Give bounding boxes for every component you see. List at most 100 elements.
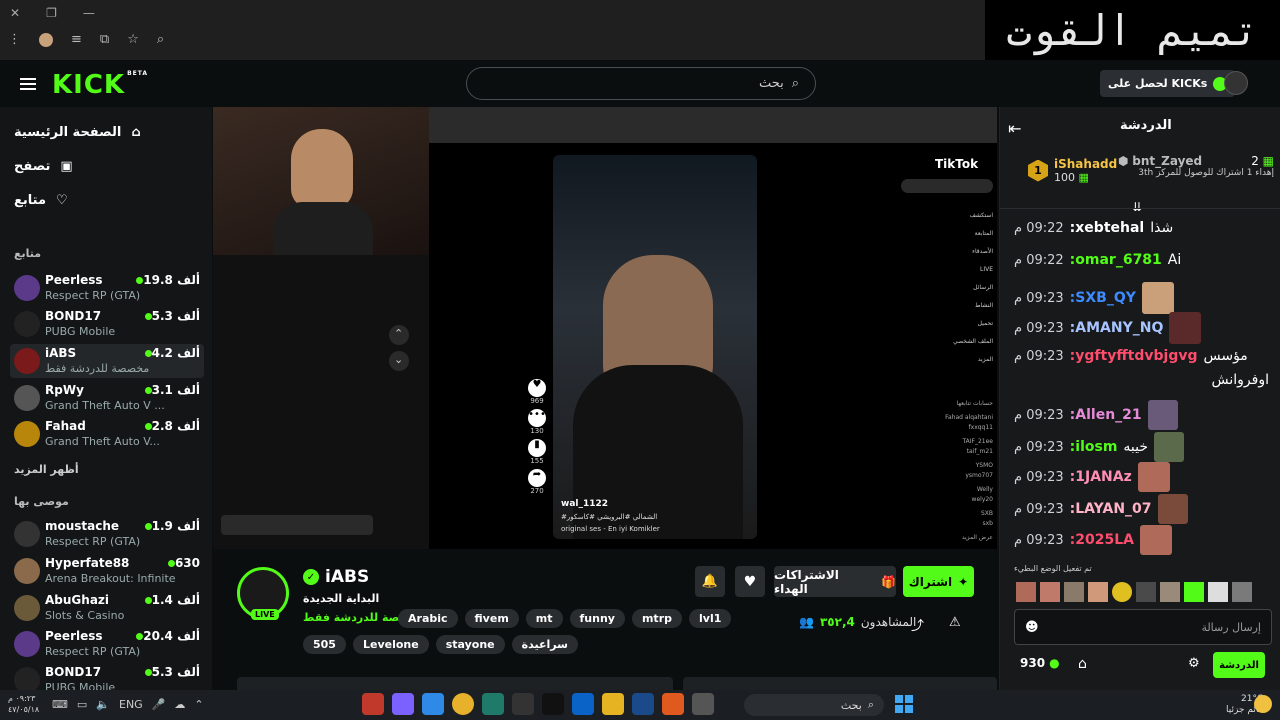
profile-icon[interactable]	[39, 32, 53, 47]
collapse-chat-icon[interactable]: ⇤	[1008, 119, 1021, 138]
emote-icon[interactable]	[1112, 582, 1132, 602]
emote-icon[interactable]	[1160, 582, 1180, 602]
emote-icon[interactable]	[1208, 582, 1228, 602]
zoom-icon[interactable]: ⌕	[157, 32, 164, 47]
sidebar-channel-abughazi[interactable]: AbuGhazi Slots & Casino 1.4 ألف	[10, 591, 204, 625]
notification-icon[interactable]: ⌨	[52, 698, 68, 711]
app-icon[interactable]	[362, 693, 384, 715]
sidebar-channel-peerless[interactable]: Peerless Respect RP (GTA) 19.8 ألف	[10, 271, 204, 305]
cloud-icon[interactable]: ☁	[174, 698, 185, 711]
show-more-link[interactable]: أظهر المزيد	[14, 463, 79, 476]
tag[interactable]: mt	[525, 609, 563, 628]
reading-list-icon[interactable]: ≡	[71, 32, 82, 47]
like-icon[interactable]: ♥	[528, 379, 546, 397]
chat-input[interactable]: إرسال رسالة ☻	[1014, 609, 1272, 645]
tag[interactable]: Levelone	[352, 635, 429, 654]
report-icon[interactable]: ⚠	[949, 615, 961, 630]
expand-leaderboard-icon[interactable]: ⇊	[1132, 200, 1142, 214]
comment-input[interactable]	[221, 515, 373, 535]
explorer-icon[interactable]	[602, 693, 624, 715]
points-counter[interactable]: 930 ●	[1020, 656, 1060, 670]
nav-browse[interactable]: ▣ تصفح	[14, 159, 73, 174]
emote-icon[interactable]	[1064, 582, 1084, 602]
video-player[interactable]: ⌃ ⌄ wal_1122 #الشمالي #البرويشي #كاسكور …	[213, 107, 997, 549]
emote-icon[interactable]	[1040, 582, 1060, 602]
chat-message: AMANY_NQ: 09:23 م	[1014, 312, 1269, 344]
store-icon[interactable]: ⌂	[1078, 656, 1087, 672]
sidebar-channel-bond17[interactable]: BOND17 PUBG Mobile 5.3 ألف	[10, 307, 204, 341]
lang-indicator[interactable]: ENG	[119, 698, 143, 711]
app-icon[interactable]	[392, 693, 414, 715]
gift-subs-button[interactable]: الاشتراكات الهداء 🎁	[774, 566, 896, 597]
share-icon[interactable]: ➦	[528, 469, 546, 487]
follow-heart-button[interactable]: ♥	[735, 566, 765, 597]
extensions-icon[interactable]: ⧉	[100, 32, 109, 47]
scroll-down-icon[interactable]: ⌄	[389, 351, 409, 371]
nav-home[interactable]: ⌂ الصفحة الرئيسية	[14, 125, 141, 140]
emoji-icon[interactable]: ☻	[1025, 620, 1039, 635]
app-icon[interactable]	[692, 693, 714, 715]
share-icon[interactable]: ⤴	[911, 615, 924, 634]
mic-icon[interactable]: 🎤	[152, 698, 166, 711]
emote-icon[interactable]	[1136, 582, 1156, 602]
chat-message: SXB_QY: 09:23 م	[1014, 282, 1269, 314]
sidebar-channel-hyperfate88[interactable]: Hyperfate88 Arena Breakout: Infinite 630	[10, 554, 204, 588]
emote-bar	[1016, 582, 1252, 602]
comment-icon[interactable]: •••	[528, 409, 546, 427]
app-icon[interactable]	[632, 693, 654, 715]
tag[interactable]: سراعيدة	[511, 635, 578, 654]
viewer-count: 5.3 ألف	[140, 665, 200, 679]
tag[interactable]: stayone	[435, 635, 505, 654]
sidebar-channel-peerless-2[interactable]: Peerless Respect RP (GTA) 20.4 ألف	[10, 627, 204, 661]
user-avatar[interactable]	[1224, 71, 1248, 95]
emote-icon[interactable]	[1088, 582, 1108, 602]
scroll-up-icon[interactable]: ⌃	[389, 325, 409, 345]
app-icon[interactable]	[572, 693, 594, 715]
subscribe-button[interactable]: اشتراك ✦	[903, 566, 974, 597]
sidebar-channel-fahad[interactable]: Fahad Grand Theft Auto V... 2.8 ألف	[10, 417, 204, 451]
display-icon[interactable]: ▭	[77, 698, 87, 711]
chat-message: LAYAN_07: 09:23 م	[1014, 494, 1269, 524]
search-input[interactable]: بحث ⌕	[466, 67, 816, 100]
minimize-icon[interactable]: —	[83, 6, 95, 20]
gift-icon: 🎁	[881, 574, 896, 589]
tag[interactable]: Arabic	[398, 609, 458, 628]
clock[interactable]: ٠٩:٢٣ م ٤٧/٠٥/١٨	[8, 693, 39, 715]
taskbar-search[interactable]: بحث ⌕	[744, 694, 884, 716]
emote-icon[interactable]	[1184, 582, 1204, 602]
emote-icon[interactable]	[1016, 582, 1036, 602]
tiktok-search[interactable]	[901, 179, 993, 193]
channel-name[interactable]: iABS	[325, 567, 369, 587]
bookmark-star-icon[interactable]: ☆	[127, 32, 139, 47]
settings-gear-icon[interactable]: ⚙	[1188, 656, 1200, 671]
close-icon[interactable]: ✕	[10, 6, 20, 20]
tag[interactable]: fivem	[464, 609, 519, 628]
chrome-icon[interactable]	[452, 693, 474, 715]
restore-icon[interactable]: ❐	[46, 6, 57, 20]
nav-following[interactable]: ♡ متابع	[14, 193, 68, 208]
sidebar-channel-iabs[interactable]: iABS مخصصة للدردشة فقط 4.2 ألف	[10, 344, 204, 378]
windows-start-icon[interactable]	[895, 695, 913, 713]
app-icon[interactable]	[422, 693, 444, 715]
chat-send-button[interactable]: الدردشة	[1213, 652, 1265, 678]
get-kicks-button[interactable]: لحصل على KICKs	[1100, 70, 1236, 97]
tag[interactable]: 505	[303, 635, 346, 654]
hamburger-menu-icon[interactable]	[20, 75, 36, 93]
bookmark-icon[interactable]: ▮	[528, 439, 546, 457]
tag[interactable]: funny	[569, 609, 625, 628]
sidebar-channel-rpwy[interactable]: RpWy Grand Theft Auto V ... 3.1 ألف	[10, 381, 204, 415]
app-icon[interactable]	[662, 693, 684, 715]
tag[interactable]: mtrp	[631, 609, 682, 628]
emote-icon[interactable]	[1232, 582, 1252, 602]
volume-icon[interactable]: 🔈	[96, 698, 110, 711]
app-icon[interactable]	[512, 693, 534, 715]
app-icon[interactable]	[482, 693, 504, 715]
chevron-up-icon[interactable]: ⌃	[194, 698, 203, 711]
tiktok-icon[interactable]	[542, 693, 564, 715]
kick-logo[interactable]: KICK BETA	[52, 70, 148, 100]
menu-dots-icon[interactable]: ⋮	[8, 32, 21, 47]
sidebar-channel-bond17-2[interactable]: BOND17 PUBG Mobile 5.3 ألف	[10, 663, 204, 690]
sidebar-channel-moustache[interactable]: moustache Respect RP (GTA) 1.9 ألف	[10, 517, 204, 551]
bell-icon[interactable]: 🔔	[695, 566, 725, 597]
tag[interactable]: lvl1	[689, 609, 732, 628]
